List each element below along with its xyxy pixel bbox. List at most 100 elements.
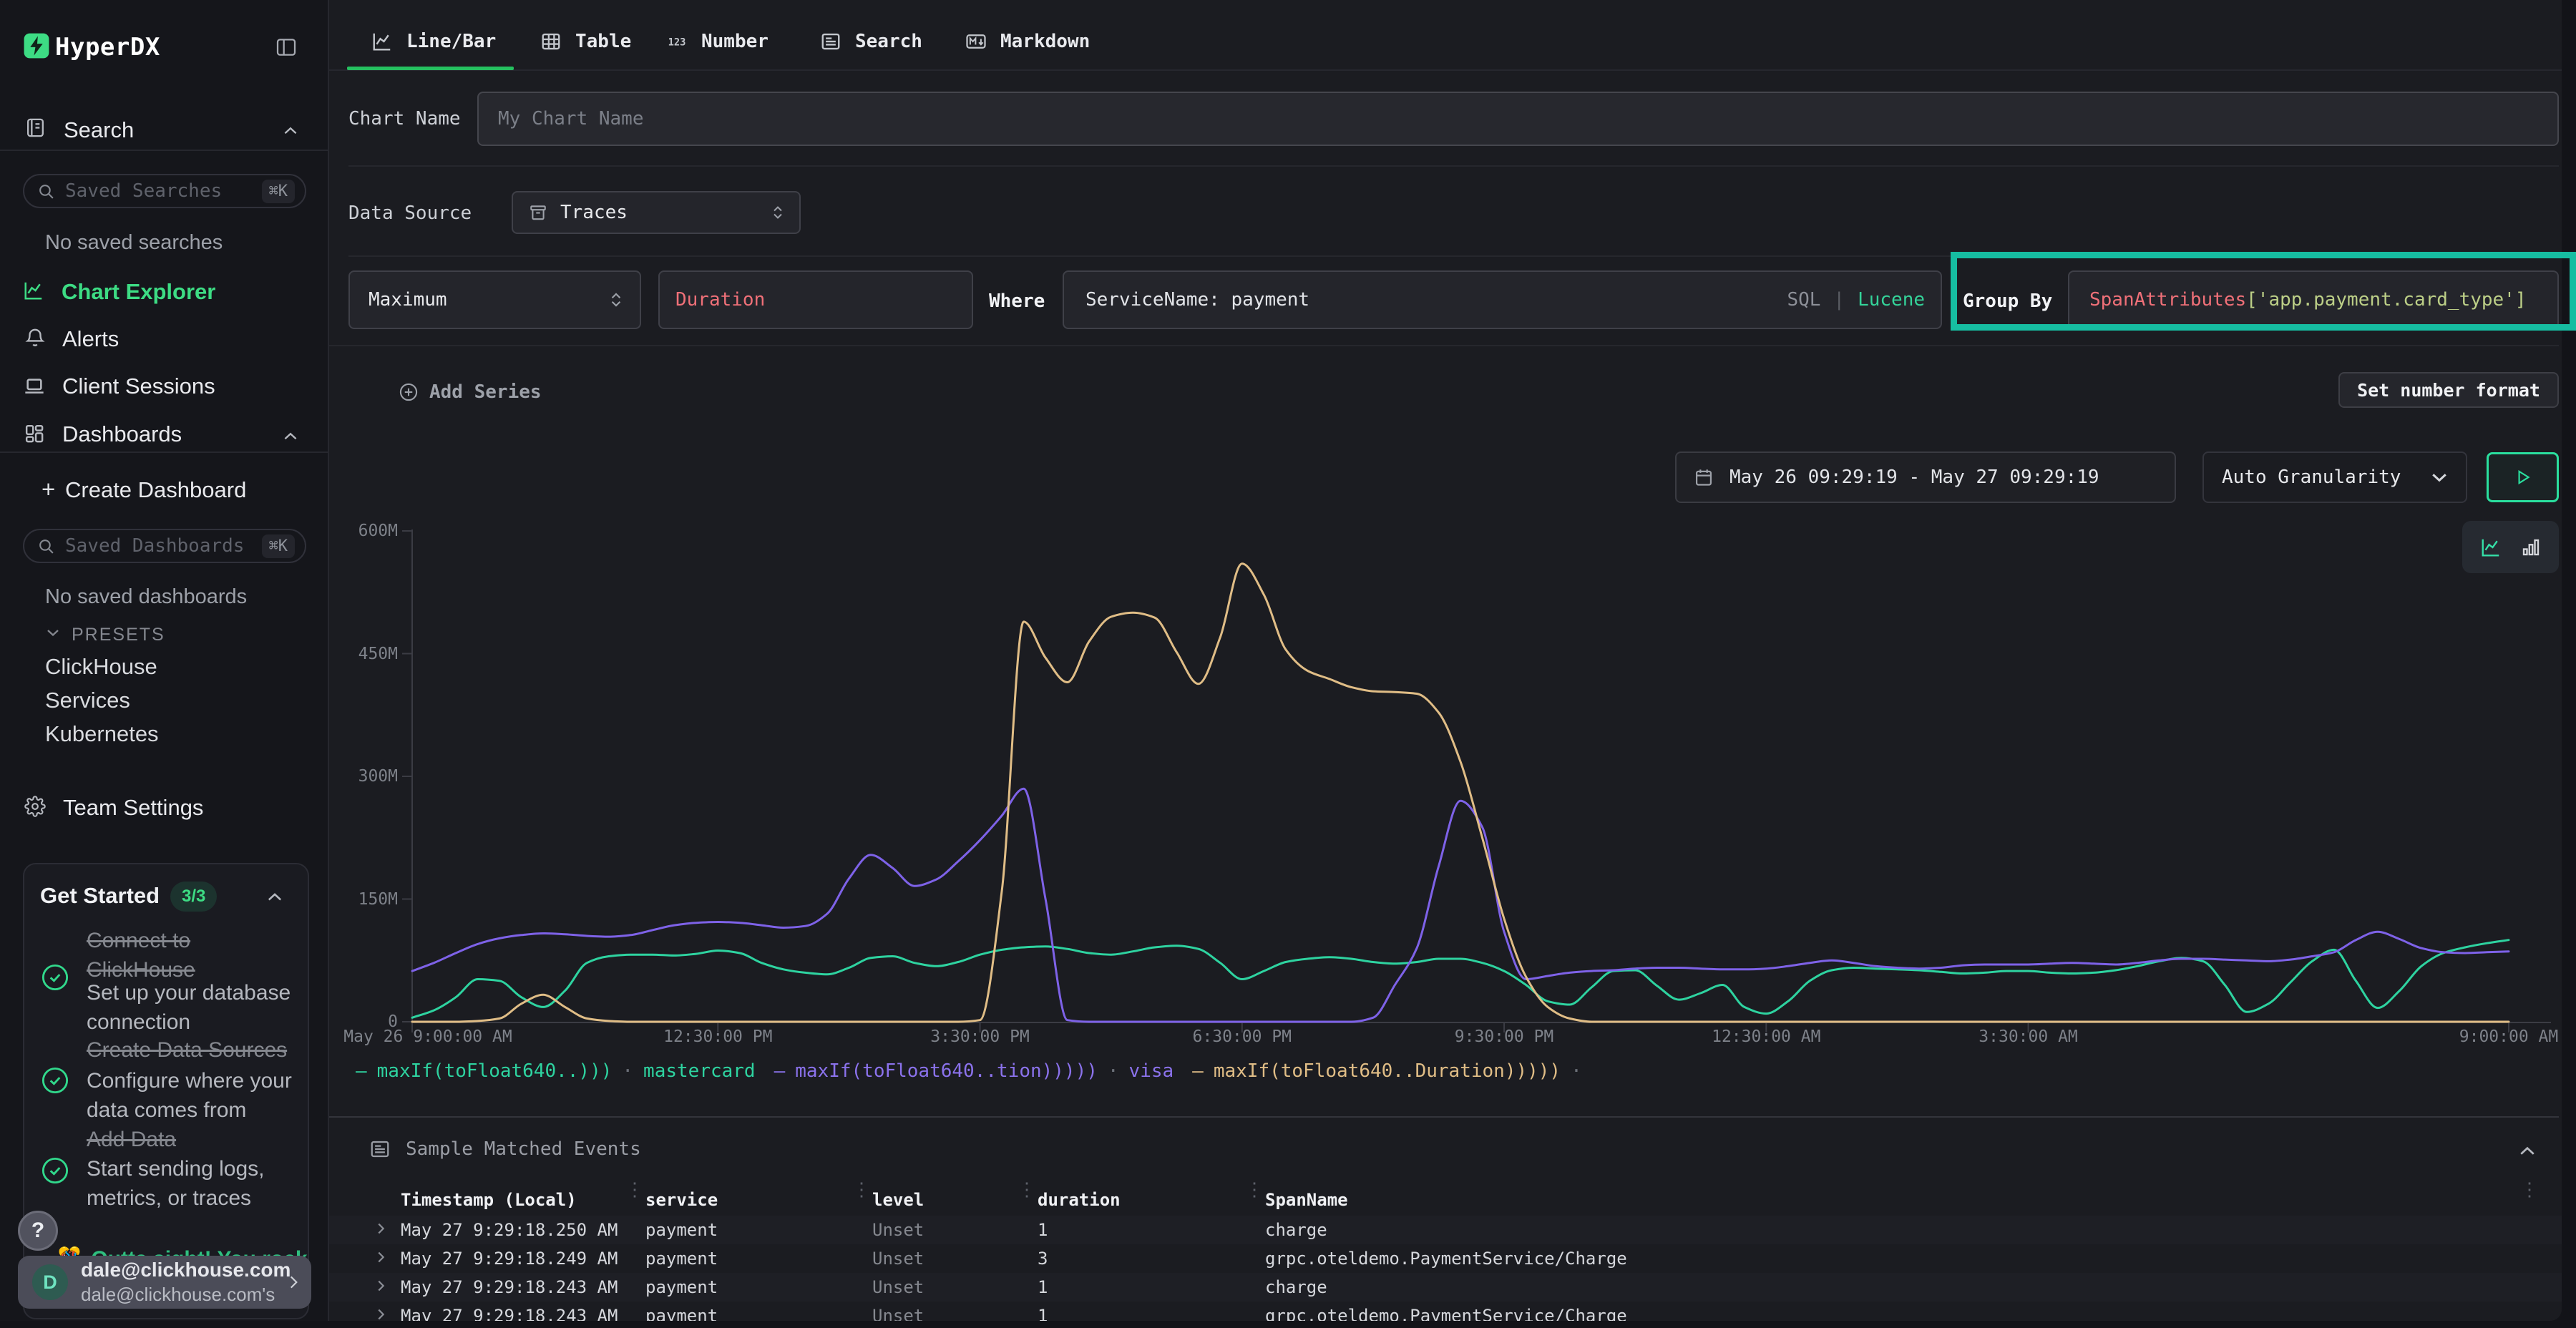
sidebar-item-alerts[interactable]: Alerts <box>62 328 119 350</box>
help-button[interactable]: ? <box>18 1211 58 1251</box>
column-drag-handle-icon[interactable]: ⋮ <box>852 1187 858 1193</box>
table-cell[interactable]: Unset <box>872 1277 924 1297</box>
sidebar-divider <box>0 451 328 453</box>
tab-search[interactable]: Search <box>820 6 922 76</box>
legend-item-mastercard[interactable]: —maxIf(toFloat640..)))·mastercard <box>356 1060 756 1082</box>
legend-item-visa[interactable]: —maxIf(toFloat640..tion)))))·visa <box>774 1060 1174 1082</box>
table-cell[interactable]: May 27 9:29:18.243 AM <box>401 1277 618 1297</box>
granularity-select[interactable]: Auto Granularity <box>2202 451 2467 503</box>
table-cell[interactable]: grpc.oteldemo.PaymentService/Charge <box>1265 1249 1627 1269</box>
column-drag-handle-icon[interactable]: ⋮ <box>625 1187 631 1193</box>
events-section-header[interactable]: Sample Matched Events <box>369 1138 641 1160</box>
saved-searches-input[interactable]: Saved Searches ⌘K <box>23 174 306 208</box>
saved-dashboards-input[interactable]: Saved Dashboards ⌘K <box>23 529 306 563</box>
field-input[interactable]: Duration <box>658 270 973 329</box>
table-cell[interactable]: Unset <box>872 1220 924 1240</box>
sidebar-item-dashboards[interactable]: Dashboards <box>62 423 182 445</box>
line-chart-icon[interactable] <box>2480 537 2502 558</box>
table-cell[interactable]: May 27 9:29:18.249 AM <box>401 1249 618 1269</box>
row-expand-chevron-icon[interactable] <box>373 1221 389 1240</box>
tab-table[interactable]: Table <box>540 6 631 76</box>
row-expand-chevron-icon[interactable] <box>373 1278 389 1297</box>
series-line-blank <box>412 564 2509 1022</box>
column-header-level[interactable]: level <box>872 1190 924 1210</box>
column-drag-handle-icon[interactable]: ⋮ <box>2520 1187 2526 1193</box>
group-by-input[interactable]: SpanAttributes['app.payment.card_type'] <box>2068 270 2559 329</box>
table-cell[interactable]: payment <box>645 1306 718 1321</box>
sidebar-divider <box>0 150 328 151</box>
tab-label: Line/Bar <box>406 31 496 52</box>
add-series-button[interactable]: Add Series <box>399 381 542 403</box>
table-cell[interactable]: Unset <box>872 1249 924 1269</box>
column-header-spanname[interactable]: SpanName <box>1265 1190 1348 1210</box>
table-cell[interactable]: payment <box>645 1277 718 1297</box>
column-header-duration[interactable]: duration <box>1038 1190 1121 1210</box>
events-collapse-chevron-icon[interactable] <box>2517 1141 2538 1162</box>
presets-label[interactable]: PRESETS <box>72 625 165 645</box>
tab-label: Markdown <box>1000 31 1090 52</box>
sidebar-preset-clickhouse[interactable]: ClickHouse <box>45 654 157 680</box>
dashboards-chevron-up-icon[interactable] <box>281 427 300 446</box>
table-cell[interactable]: May 27 9:29:18.243 AM <box>401 1306 618 1321</box>
search-section-chevron-up-icon[interactable] <box>281 122 300 140</box>
language-separator: | <box>1833 289 1845 311</box>
markdown-icon <box>965 31 987 52</box>
bar-chart-icon[interactable] <box>2520 537 2542 558</box>
table-cell[interactable]: 1 <box>1038 1220 1048 1240</box>
tab-label: Search <box>855 31 922 52</box>
set-number-format-button[interactable]: Set number format <box>2338 372 2559 408</box>
presets-chevron-down-icon[interactable] <box>44 624 62 641</box>
legend-series-name: mastercard <box>643 1060 756 1082</box>
sidebar-item-chart-explorer[interactable]: Chart Explorer <box>62 280 215 303</box>
get-started-item-title[interactable]: Create Data Sources <box>87 1035 287 1065</box>
date-range-picker[interactable]: May 26 09:29:19 - May 27 09:29:19 <box>1675 451 2176 503</box>
table-cell[interactable]: 3 <box>1038 1249 1048 1269</box>
row-expand-chevron-icon[interactable] <box>373 1307 389 1321</box>
table-cell[interactable]: 1 <box>1038 1306 1048 1321</box>
aggregation-select[interactable]: Maximum <box>348 270 641 329</box>
events-divider <box>329 1116 2559 1118</box>
select-updown-icon <box>769 204 786 221</box>
sidebar-item-search[interactable]: Search <box>64 119 134 141</box>
table-cell[interactable]: May 27 9:29:18.250 AM <box>401 1220 618 1240</box>
sidebar-item-client-sessions[interactable]: Client Sessions <box>62 375 215 397</box>
content-card: HyperDX Search Saved Searches ⌘K No save… <box>0 0 2562 1321</box>
chart-name-input[interactable]: My Chart Name <box>477 92 2559 146</box>
saved-dashboards-shortcut: ⌘K <box>262 534 296 558</box>
table-icon <box>540 31 562 52</box>
tab-line-bar[interactable]: Line/Bar <box>371 6 496 76</box>
column-header-service[interactable]: service <box>645 1190 718 1210</box>
legend-item-blank[interactable]: —maxIf(toFloat640..Duration)))))· <box>1192 1060 1582 1082</box>
get-started-item-title[interactable]: Add Data <box>87 1125 176 1154</box>
sidebar-preset-services[interactable]: Services <box>45 688 130 713</box>
get-started-item-title[interactable]: Connect to ClickHouse <box>87 926 195 985</box>
sidebar-item-team-settings[interactable]: Team Settings <box>63 796 203 819</box>
table-cell[interactable]: payment <box>645 1249 718 1269</box>
dashboards-icon <box>23 422 45 444</box>
tab-markdown[interactable]: Markdown <box>965 6 1090 76</box>
column-header-timestamp-local-[interactable]: Timestamp (Local) <box>401 1190 577 1210</box>
legend-swatch: — <box>1192 1060 1204 1082</box>
no-saved-searches-note: No saved searches <box>45 231 223 255</box>
sidebar-preset-kubernetes[interactable]: Kubernetes <box>45 721 159 747</box>
get-started-chevron-up-icon[interactable] <box>265 887 285 907</box>
row-expand-chevron-icon[interactable] <box>373 1249 389 1269</box>
table-cell[interactable]: 1 <box>1038 1277 1048 1297</box>
language-sql-toggle[interactable]: SQL <box>1787 289 1820 311</box>
data-source-select[interactable]: Traces <box>512 191 801 234</box>
table-cell[interactable]: payment <box>645 1220 718 1240</box>
where-input[interactable]: ServiceName: payment SQL | Lucene <box>1063 270 1942 329</box>
table-cell[interactable]: charge <box>1265 1220 1327 1240</box>
table-cell[interactable]: charge <box>1265 1277 1327 1297</box>
column-drag-handle-icon[interactable]: ⋮ <box>1245 1187 1251 1193</box>
column-drag-handle-icon[interactable]: ⋮ <box>1018 1187 1023 1193</box>
create-dashboard-button[interactable]: Create Dashboard <box>65 479 246 501</box>
language-lucene-toggle[interactable]: Lucene <box>1858 289 1925 311</box>
run-query-button[interactable] <box>2487 452 2559 502</box>
sidebar-collapse-icon[interactable] <box>275 36 298 59</box>
tab-number[interactable]: 123Number <box>666 6 769 76</box>
table-cell[interactable]: grpc.oteldemo.PaymentService/Charge <box>1265 1306 1627 1321</box>
user-menu[interactable]: D dale@clickhouse.com dale@clickhouse.co… <box>18 1256 311 1309</box>
y-tick-label: 600M <box>312 522 398 540</box>
table-cell[interactable]: Unset <box>872 1306 924 1321</box>
